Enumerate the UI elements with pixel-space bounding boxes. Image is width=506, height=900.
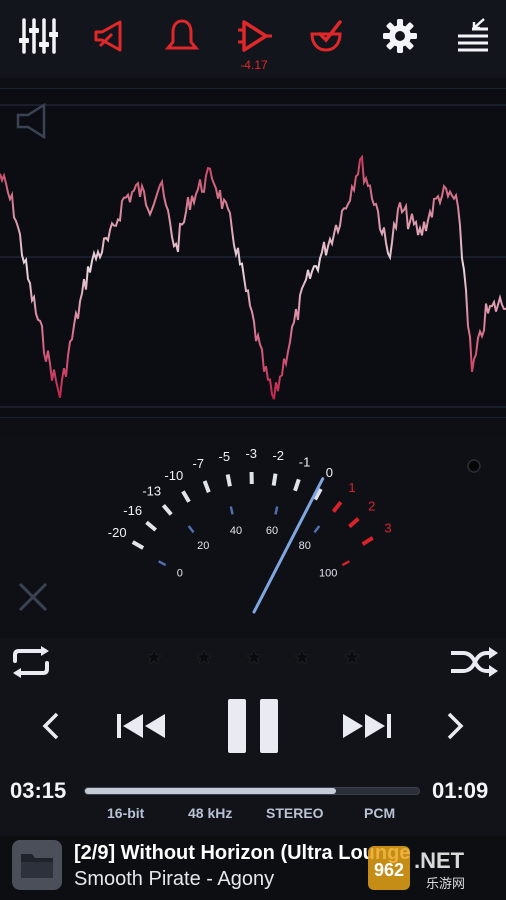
db-scale-label: -10 xyxy=(164,468,183,483)
percent-scale-label: 100 xyxy=(319,568,337,580)
waveform-line xyxy=(0,154,506,400)
folder-icon[interactable] xyxy=(12,840,62,890)
track-artist: Smooth Pirate - Agony xyxy=(74,868,275,890)
rating-star[interactable]: ★ xyxy=(342,648,362,668)
percent-tick xyxy=(274,506,279,515)
db-scale-label: 0 xyxy=(326,465,333,480)
percent-tick xyxy=(313,525,321,534)
rating-star[interactable]: ★ xyxy=(144,648,164,668)
queue-menu-icon[interactable] xyxy=(448,12,496,60)
db-tick xyxy=(348,517,360,529)
speaker-icon[interactable] xyxy=(16,102,46,140)
percent-scale-label: 80 xyxy=(299,540,311,552)
db-scale-label: -7 xyxy=(192,456,204,471)
db-tick xyxy=(225,474,232,487)
skip-next-icon[interactable] xyxy=(340,706,394,746)
remaining-time: 01:09 xyxy=(432,778,489,803)
codec-label: PCM xyxy=(364,805,396,821)
percent-tick xyxy=(341,560,350,567)
svg-text:乐游网: 乐游网 xyxy=(426,876,465,891)
db-scale-label: 1 xyxy=(348,480,355,495)
percent-tick xyxy=(187,525,195,534)
percent-scale-label: 0 xyxy=(177,568,183,580)
percent-tick xyxy=(158,560,167,567)
db-scale-label: 3 xyxy=(384,520,391,535)
bit-depth-label: 16-bit xyxy=(107,805,145,821)
db-tick xyxy=(131,540,145,550)
rating-star[interactable]: ★ xyxy=(292,648,312,668)
svg-text:962: 962 xyxy=(374,860,404,880)
gear-icon[interactable] xyxy=(376,12,424,60)
db-tick xyxy=(361,536,374,546)
elapsed-time: 03:15 xyxy=(10,778,67,803)
db-scale-label: -5 xyxy=(219,449,231,464)
db-scale-label: -20 xyxy=(108,525,127,540)
seek-bar[interactable] xyxy=(84,787,420,795)
site-watermark: 962 .NET 乐游网 xyxy=(368,846,465,891)
db-tick xyxy=(181,490,191,503)
db-scale-label: 2 xyxy=(368,499,375,514)
shuffle-icon[interactable] xyxy=(448,644,500,680)
bell-icon[interactable] xyxy=(158,12,206,60)
gain-value-label: -4.17 xyxy=(240,58,268,72)
vu-meter: -20 -16 -13 -10 -7 -5 -3 -2 -1 0 1 2 3 0 20 40 60 80 100 xyxy=(0,434,506,634)
previous-arrow-icon[interactable] xyxy=(36,706,66,746)
db-scale-label: -1 xyxy=(299,454,311,469)
svg-text:.NET: .NET xyxy=(414,848,465,873)
db-tick xyxy=(161,503,173,516)
db-tick xyxy=(271,473,278,486)
play-gain-icon[interactable] xyxy=(230,12,278,60)
percent-tick xyxy=(229,506,234,515)
db-scale-label: -16 xyxy=(123,503,142,518)
repeat-icon[interactable] xyxy=(8,644,54,680)
top-toolbar: -4.17 xyxy=(0,0,506,78)
sample-rate-label: 48 kHz xyxy=(188,805,233,821)
meter-knob[interactable] xyxy=(467,459,481,473)
db-scale-label: -13 xyxy=(142,484,161,499)
db-tick xyxy=(293,478,301,492)
seek-bar-fill xyxy=(85,788,336,794)
db-scale-label: -3 xyxy=(245,446,257,461)
db-scale-label: -2 xyxy=(272,448,284,463)
db-tick xyxy=(202,480,211,493)
volume-icon[interactable] xyxy=(86,12,134,60)
pause-icon[interactable] xyxy=(222,696,284,756)
percent-scale-label: 60 xyxy=(266,525,278,537)
db-tick xyxy=(145,520,157,532)
rating-star[interactable]: ★ xyxy=(194,648,214,668)
next-arrow-icon[interactable] xyxy=(440,706,470,746)
close-icon[interactable] xyxy=(18,582,48,612)
waveform-visualizer[interactable] xyxy=(0,88,506,418)
vu-needle xyxy=(252,477,325,614)
percent-scale-label: 40 xyxy=(230,525,242,537)
db-tick xyxy=(331,500,343,513)
percent-scale-label: 20 xyxy=(197,540,209,552)
rating-star[interactable]: ★ xyxy=(244,648,264,668)
channels-label: STEREO xyxy=(266,805,324,821)
equalizer-sliders-icon[interactable] xyxy=(14,12,62,60)
skip-previous-icon[interactable] xyxy=(114,706,168,746)
now-playing-bar[interactable]: [2/9] Without Horizon (Ultra Lounge Smoo… xyxy=(0,836,506,900)
check-bowl-icon[interactable] xyxy=(302,12,350,60)
